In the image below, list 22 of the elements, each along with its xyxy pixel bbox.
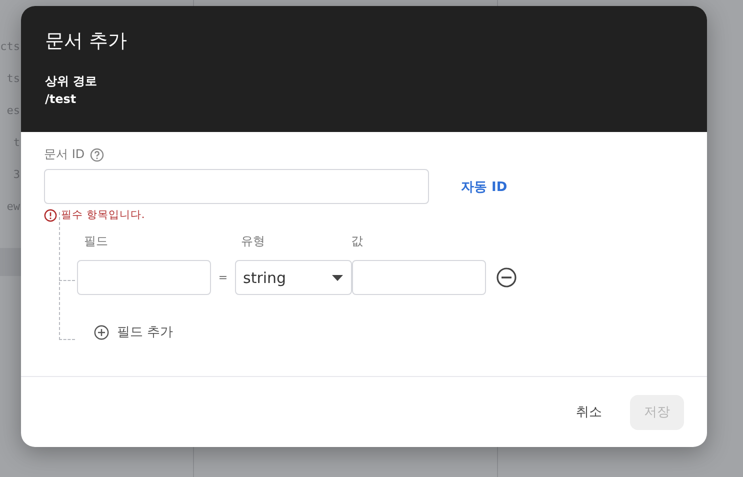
add-field-button[interactable]: 필드 추가 [92,321,176,343]
auto-id-button[interactable]: 자동 ID [451,174,518,200]
field-name-input[interactable] [77,260,211,295]
cancel-button[interactable]: 취소 [562,394,616,430]
parent-path-label: 상위 경로 [45,73,98,90]
sidebar-item: cts [0,40,20,52]
value-input[interactable] [352,260,486,295]
plus-icon [94,324,109,340]
column-label: 유형 [241,233,266,250]
dialog-title: 문서 추가 [45,29,128,54]
remove-icon[interactable] [496,267,517,288]
document-id-field[interactable] [44,169,429,204]
field-label: 문서 ID [44,146,85,163]
equals-sign: = [217,271,229,284]
parent-path: /test [45,91,78,108]
column-label: 필드 [84,233,109,250]
error-icon [44,208,57,222]
type-select[interactable]: string [235,260,352,295]
error-message: 필수 항목입니다. [61,208,145,222]
caret-icon [332,274,343,280]
help-icon[interactable] [90,148,104,162]
column-label: 값 [351,233,364,250]
